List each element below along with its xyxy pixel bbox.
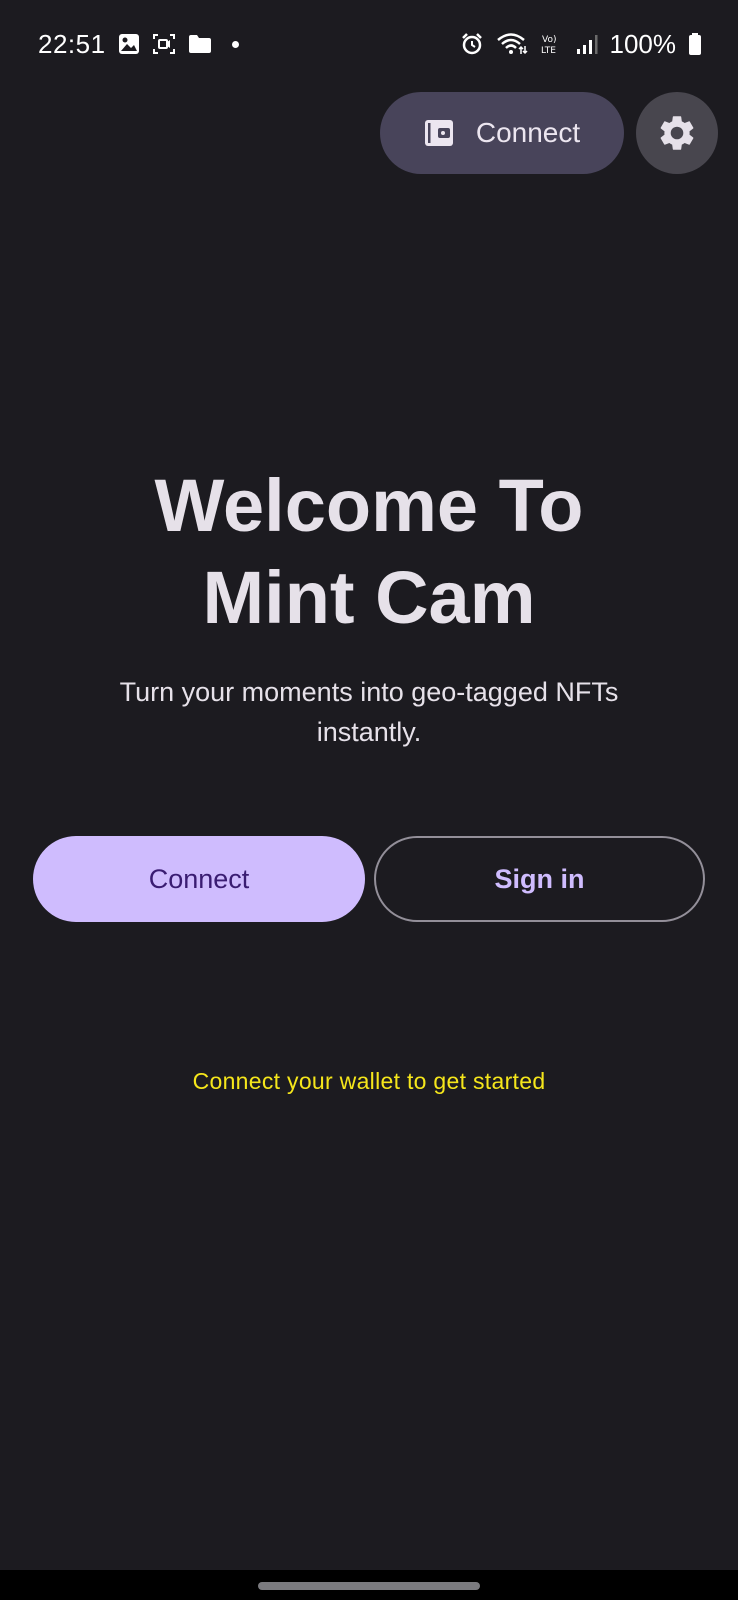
page-title: Welcome To Mint Cam bbox=[0, 460, 738, 644]
wallet-icon bbox=[424, 119, 454, 147]
app-screen: 22:51 Vo) LTE 100% Connect Welcome To Mi… bbox=[0, 0, 738, 1600]
connect-button[interactable]: Connect bbox=[33, 836, 365, 922]
page-subtitle: Turn your moments into geo-tagged NFTs i… bbox=[119, 677, 619, 747]
status-time: 22:51 bbox=[38, 28, 106, 59]
screen-record-icon bbox=[152, 33, 176, 55]
notification-dot-icon bbox=[231, 40, 239, 48]
wifi-icon bbox=[496, 32, 528, 56]
svg-text:LTE: LTE bbox=[541, 46, 556, 56]
signal-icon bbox=[576, 33, 598, 55]
wallet-hint-text: Connect your wallet to get started bbox=[192, 1068, 546, 1094]
battery-icon bbox=[688, 32, 702, 56]
battery-percent: 100% bbox=[609, 28, 677, 59]
settings-button[interactable] bbox=[636, 92, 718, 174]
status-left: 22:51 bbox=[38, 29, 239, 60]
volte-icon: Vo) LTE bbox=[540, 32, 564, 56]
gear-icon bbox=[656, 112, 698, 154]
sign-in-button-label: Sign in bbox=[494, 863, 585, 894]
home-handle[interactable] bbox=[258, 1581, 480, 1590]
title-line-2: Mint Cam bbox=[202, 556, 536, 639]
header-connect-label: Connect bbox=[475, 117, 581, 148]
folder-icon bbox=[188, 34, 212, 54]
title-line-1: Welcome To bbox=[154, 464, 584, 547]
status-bar: 22:51 Vo) LTE 100% bbox=[0, 0, 738, 88]
sign-in-button[interactable]: Sign in bbox=[374, 836, 705, 922]
connect-button-label: Connect bbox=[148, 863, 250, 894]
svg-text:Vo): Vo) bbox=[542, 35, 556, 45]
alarm-icon bbox=[460, 32, 484, 56]
gallery-icon bbox=[118, 33, 140, 55]
navigation-bar bbox=[0, 1570, 738, 1600]
header-connect-button[interactable]: Connect bbox=[380, 92, 624, 174]
status-right: Vo) LTE 100% bbox=[460, 29, 703, 60]
